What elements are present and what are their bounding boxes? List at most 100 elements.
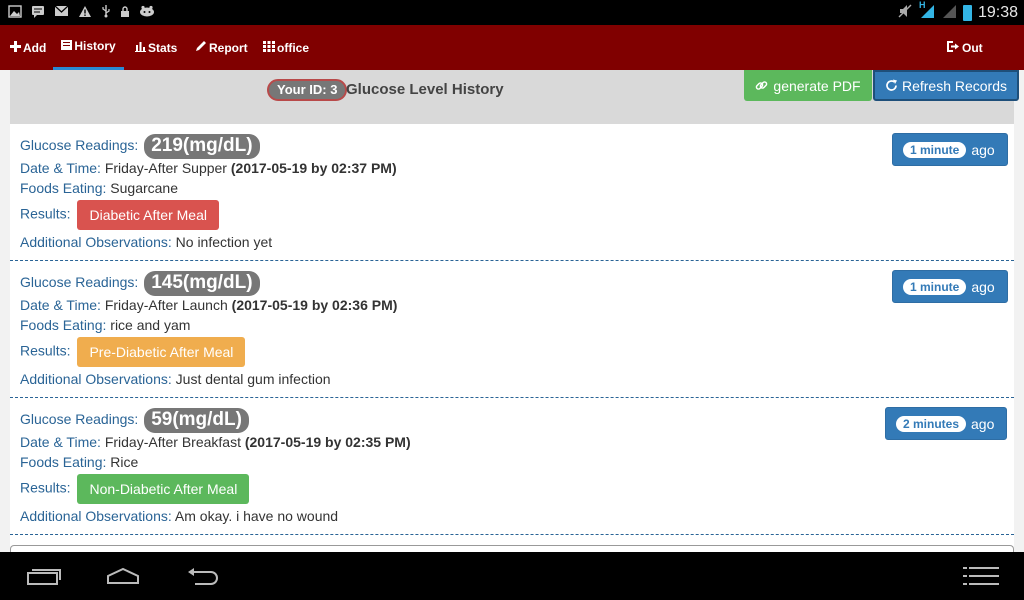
generate-pdf-label: generate PDF xyxy=(773,77,861,94)
foods-row: Foods Eating: Rice xyxy=(20,454,138,470)
observation-label: Additional Observations: xyxy=(20,234,172,250)
datetime-row: Date & Time: Friday-After Launch (2017-0… xyxy=(20,297,397,313)
datetime-value: (2017-05-19 by 02:37 PM) xyxy=(230,160,397,176)
plus-icon xyxy=(10,40,21,55)
observation-value: Am okay. i have no wound xyxy=(174,508,339,524)
nav-report[interactable]: Report xyxy=(195,25,248,70)
results-row: Results: Diabetic After Meal xyxy=(20,200,219,230)
datetime-row: Date & Time: Friday-After Supper (2017-0… xyxy=(20,160,397,176)
glucose-label: Glucose Readings: xyxy=(20,274,139,291)
recent-apps-icon[interactable] xyxy=(26,564,62,588)
battery-icon xyxy=(962,4,972,21)
foods-label: Foods Eating: xyxy=(20,317,107,333)
results-row: Results: Pre-Diabetic After Meal xyxy=(20,337,246,367)
nav-add[interactable]: Add xyxy=(10,25,46,70)
logout-icon xyxy=(947,40,960,55)
generate-pdf-button[interactable]: generate PDF xyxy=(744,70,872,101)
user-id-badge: Your ID: 3 xyxy=(267,79,348,101)
observation-row: Additional Observations: Just dental gum… xyxy=(20,371,331,387)
elapsed-pill: 1 minute xyxy=(903,141,967,158)
foods-label: Foods Eating: xyxy=(20,454,107,470)
nav-office-label: office xyxy=(277,40,310,55)
nav-stats[interactable]: Stats xyxy=(135,25,177,70)
ago-label: ago xyxy=(971,278,995,295)
system-nav-bar xyxy=(0,552,1024,600)
link-icon xyxy=(755,79,768,92)
glucose-label: Glucose Readings: xyxy=(20,411,139,428)
image-icon xyxy=(8,4,22,22)
result-badge: Non-Diabetic After Meal xyxy=(77,474,250,504)
game-icon xyxy=(139,5,155,21)
datetime-row: Date & Time: Friday-After Breakfast (201… xyxy=(20,434,411,450)
nav-add-label: Add xyxy=(23,40,47,55)
reading-badge: 145(mg/dL) xyxy=(144,271,260,296)
pencil-icon xyxy=(195,40,207,55)
signal-icon xyxy=(941,3,957,22)
network-icon: H xyxy=(919,0,935,22)
foods-row: Foods Eating: Sugarcane xyxy=(20,180,178,196)
datetime-label: Date & Time: xyxy=(20,297,101,313)
history-header: Your ID: 3 Glucose Level History generat… xyxy=(10,70,1019,124)
foods-value: Rice xyxy=(110,454,139,470)
records-list: Glucose Readings: 219(mg/dL) Date & Time… xyxy=(10,124,1014,552)
foods-label: Foods Eating: xyxy=(20,180,107,196)
menu-icon[interactable] xyxy=(962,564,1000,588)
glucose-label: Glucose Readings: xyxy=(20,137,139,154)
meal-value: Friday-After Launch xyxy=(104,297,228,313)
results-row: Results: Non-Diabetic After Meal xyxy=(20,474,250,504)
bar-chart-icon xyxy=(135,41,146,55)
page-title: Glucose Level History xyxy=(346,81,504,98)
meal-value: Friday-After Breakfast xyxy=(104,434,241,450)
back-icon[interactable] xyxy=(184,564,222,588)
elapsed-time-button[interactable]: 1 minute ago xyxy=(892,133,1008,166)
elapsed-time-button[interactable]: 2 minutes ago xyxy=(885,407,1008,440)
datetime-value: (2017-05-19 by 02:35 PM) xyxy=(244,434,411,450)
datetime-value: (2017-05-19 by 02:36 PM) xyxy=(231,297,398,313)
refresh-records-button[interactable]: Refresh Records xyxy=(873,70,1019,101)
foods-value: Sugarcane xyxy=(110,180,178,196)
usb-icon xyxy=(101,4,111,22)
nav-history[interactable]: History xyxy=(53,25,124,70)
nav-office[interactable]: office xyxy=(263,25,309,70)
mute-icon xyxy=(897,3,913,22)
lock-icon xyxy=(120,5,130,22)
record-item: Glucose Readings: 59(mg/dL) Date & Time:… xyxy=(10,398,1014,535)
observation-value: Just dental gum infection xyxy=(175,371,331,387)
record-item: Glucose Readings: 145(mg/dL) Date & Time… xyxy=(10,261,1014,398)
meal-value: Friday-After Supper xyxy=(104,160,227,176)
clock: 19:38 xyxy=(977,3,1018,21)
nav-stats-label: Stats xyxy=(148,40,178,55)
observation-value: No infection yet xyxy=(175,234,273,250)
observation-row: Additional Observations: No infection ye… xyxy=(20,234,272,250)
results-label: Results: xyxy=(20,479,71,496)
results-label: Results: xyxy=(20,342,71,359)
datetime-label: Date & Time: xyxy=(20,160,101,176)
foods-value: rice and yam xyxy=(110,317,191,333)
observation-row: Additional Observations: Am okay. i have… xyxy=(20,508,338,524)
ago-label: ago xyxy=(971,415,995,432)
reading-badge: 219(mg/dL) xyxy=(144,134,260,159)
nav-logout[interactable]: Out xyxy=(947,25,983,70)
nav-history-label: History xyxy=(74,39,116,53)
foods-row: Foods Eating: rice and yam xyxy=(20,317,190,333)
datetime-label: Date & Time: xyxy=(20,434,101,450)
result-badge: Diabetic After Meal xyxy=(77,200,219,230)
nav-logout-label: Out xyxy=(962,40,983,55)
home-icon[interactable] xyxy=(105,564,141,588)
grid-icon xyxy=(263,40,275,55)
ago-label: ago xyxy=(971,141,995,158)
elapsed-pill: 2 minutes xyxy=(896,415,967,432)
reading-badge: 59(mg/dL) xyxy=(144,408,249,433)
result-badge: Pre-Diabetic After Meal xyxy=(77,337,246,367)
observation-label: Additional Observations: xyxy=(20,508,172,524)
observation-label: Additional Observations: xyxy=(20,371,172,387)
warning-icon xyxy=(78,5,92,22)
mail-icon xyxy=(54,5,69,21)
list-icon xyxy=(61,39,73,53)
refresh-records-label: Refresh Records xyxy=(901,77,1008,94)
glucose-row: Glucose Readings: 145(mg/dL) xyxy=(20,271,260,296)
results-label: Results: xyxy=(20,205,71,222)
glucose-row: Glucose Readings: 59(mg/dL) xyxy=(20,408,249,433)
refresh-icon xyxy=(885,79,898,92)
elapsed-time-button[interactable]: 1 minute ago xyxy=(892,270,1008,303)
